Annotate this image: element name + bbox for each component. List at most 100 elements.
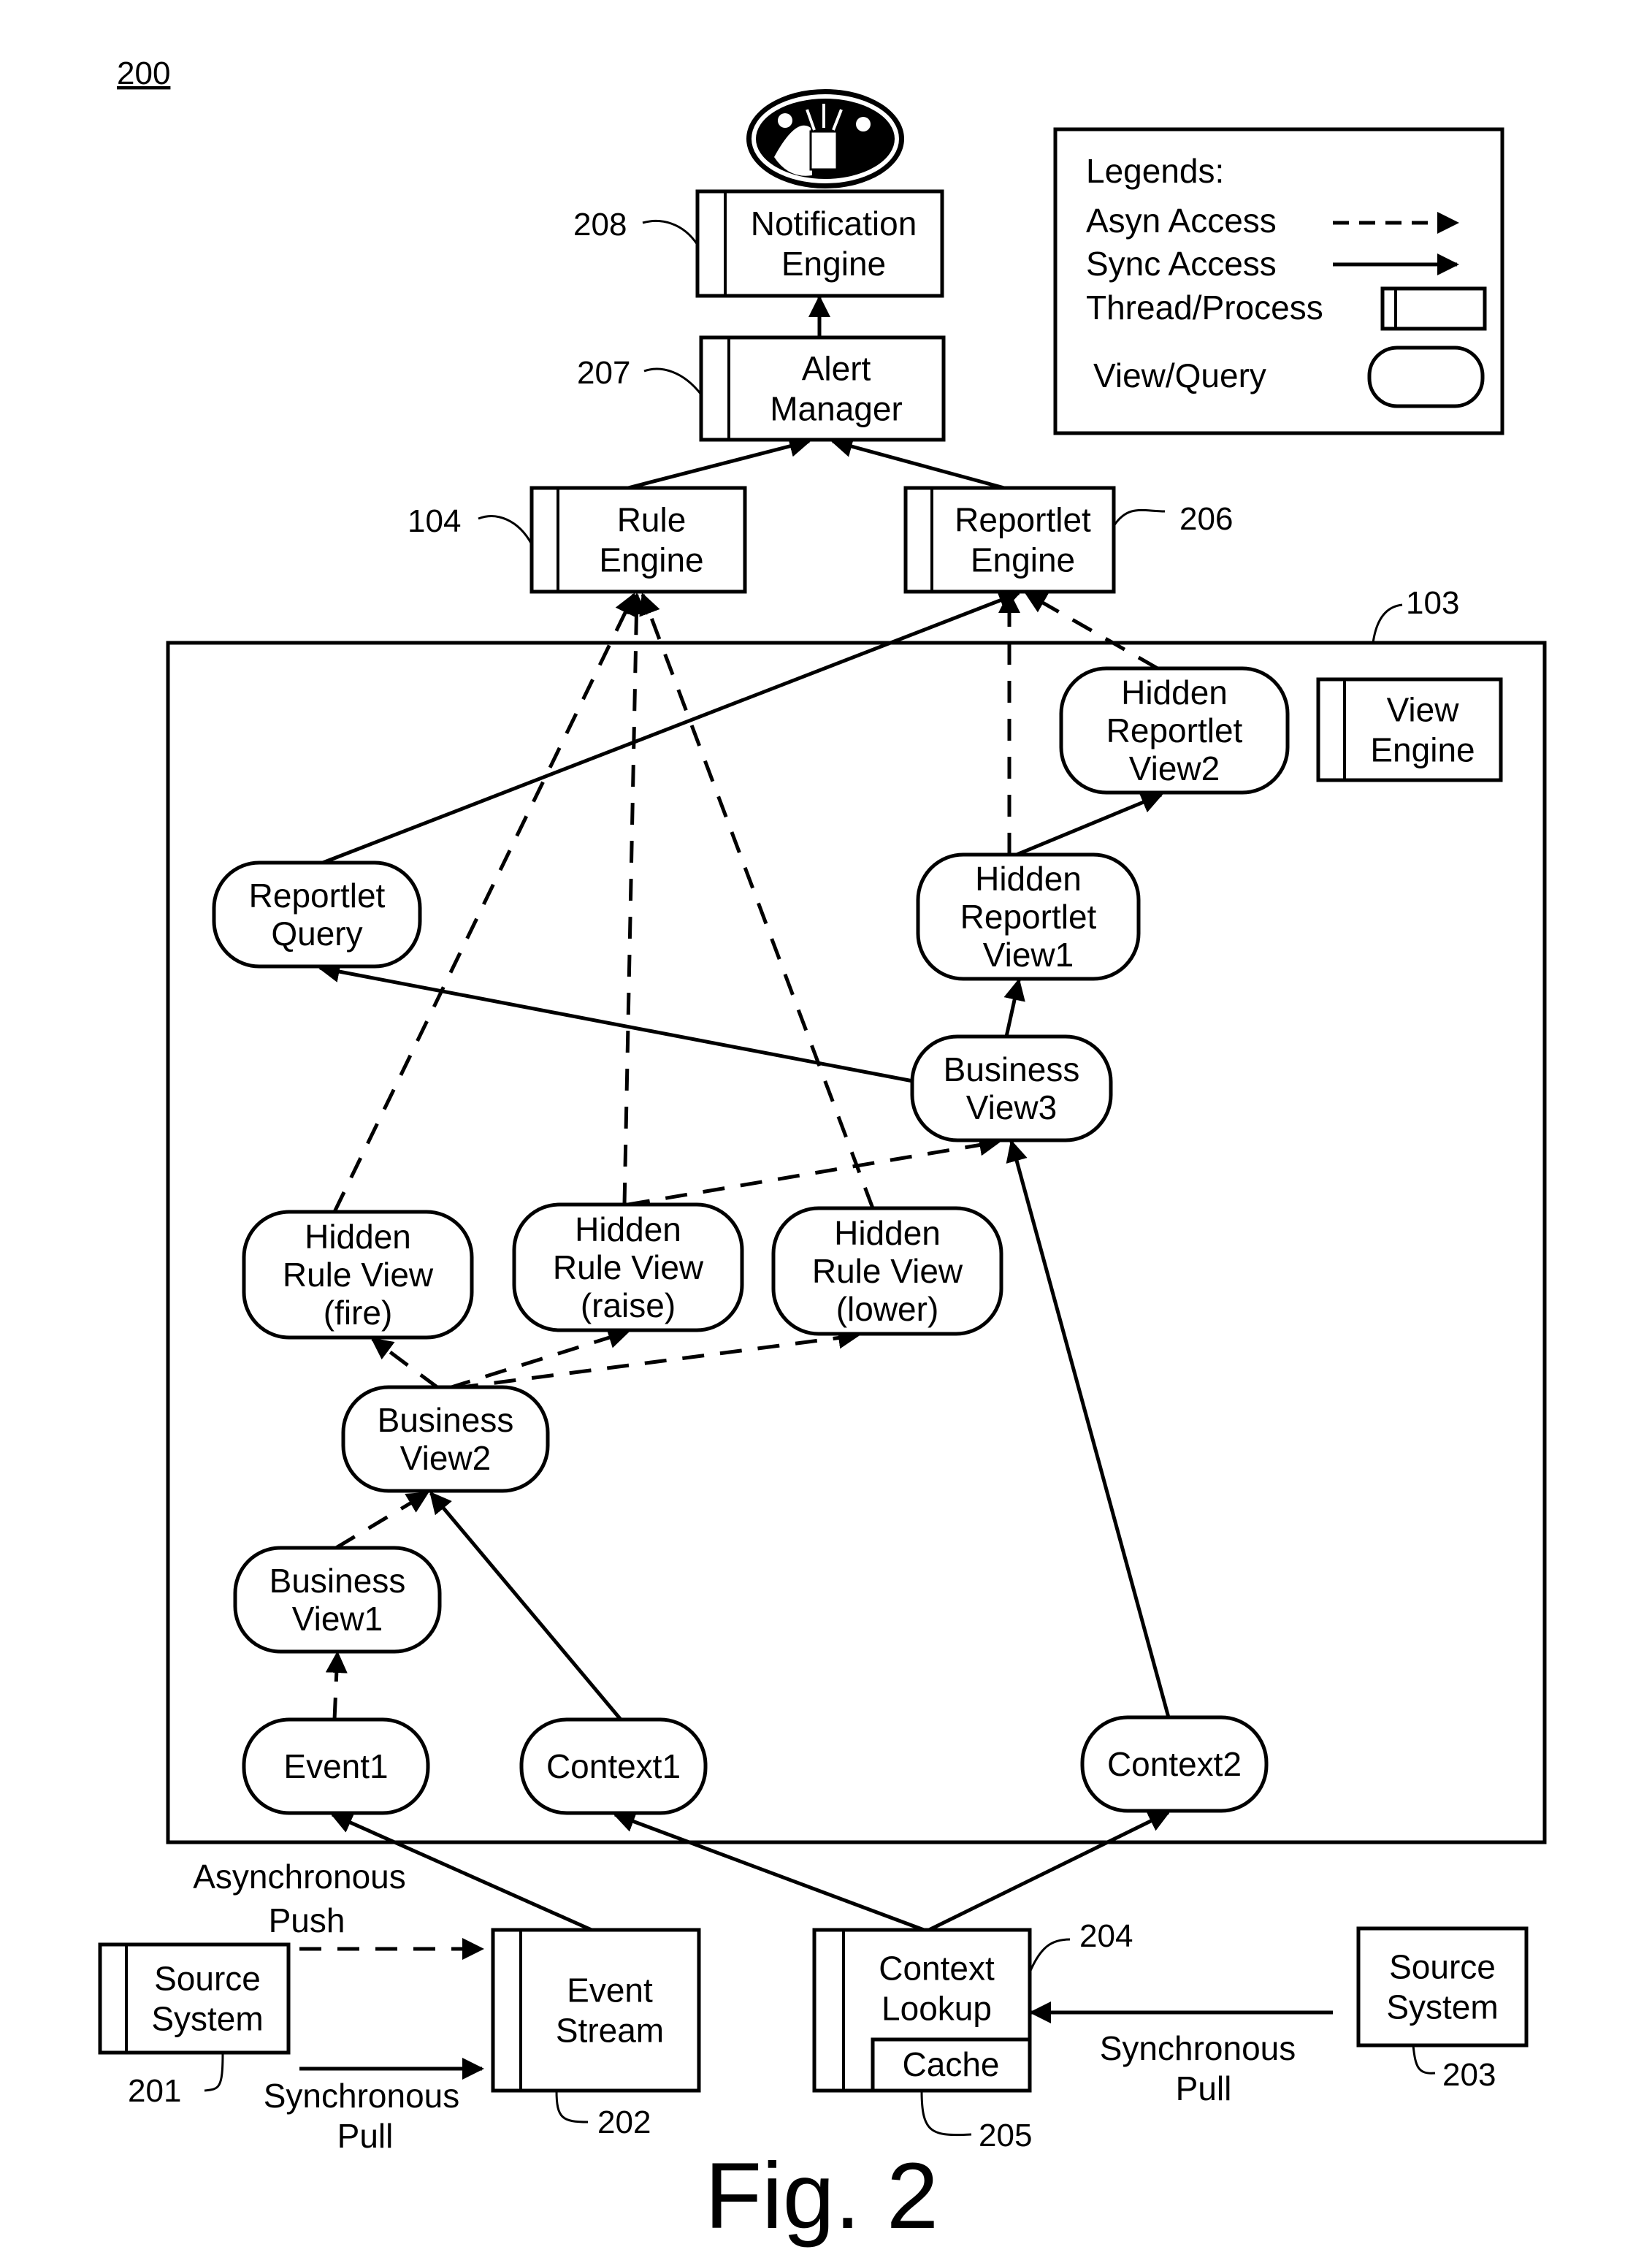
process-label: Engine bbox=[599, 541, 703, 579]
ref-206: 206 bbox=[1179, 501, 1233, 537]
edge-reportlet-to-alert bbox=[830, 435, 1005, 490]
label-sync-pull-2: Pull bbox=[337, 2117, 394, 2155]
process-label: Engine bbox=[1370, 731, 1475, 769]
process-label: Rule bbox=[617, 501, 687, 539]
view-label: View3 bbox=[966, 1088, 1057, 1126]
edge-event1-to-bv1 bbox=[325, 1651, 348, 1720]
leader-104 bbox=[478, 515, 533, 545]
edge-rq-to-reportlet bbox=[322, 589, 1021, 865]
view-label: Hidden bbox=[575, 1210, 681, 1248]
figure-caption: Fig. 2 bbox=[705, 2144, 938, 2248]
process-label: Context bbox=[879, 1950, 995, 1988]
view-label: (raise) bbox=[581, 1286, 676, 1324]
label-async-push-2: Push bbox=[269, 1901, 345, 1939]
view-label: Rule View bbox=[812, 1252, 963, 1290]
view-label: (fire) bbox=[324, 1294, 393, 1332]
view-label: Query bbox=[271, 915, 362, 953]
leader-204 bbox=[1028, 1938, 1071, 1973]
edge-context2-to-bv3 bbox=[1006, 1140, 1171, 1718]
figure-id: 200 bbox=[117, 56, 170, 91]
leader-103 bbox=[1372, 603, 1403, 644]
legend-item-thread: Thread/Process bbox=[1086, 289, 1323, 327]
view-label: Rule View bbox=[283, 1256, 434, 1294]
process-label: Stream bbox=[556, 2012, 664, 2050]
legend-item-sync: Sync Access bbox=[1086, 245, 1277, 283]
process-label: System bbox=[151, 2000, 263, 2038]
process-src1: SourceSystem 201 bbox=[98, 1942, 291, 2109]
edge-raise-to-rule bbox=[622, 592, 648, 1205]
process-notification: NotificationEngine 208 bbox=[573, 189, 944, 298]
view-label: Reportlet bbox=[1106, 711, 1243, 749]
edge-bv2-to-raise bbox=[448, 1327, 630, 1390]
process-label: View bbox=[1387, 691, 1460, 729]
view-rq: ReportletQuery bbox=[212, 860, 422, 969]
process-label: Notification bbox=[751, 205, 917, 243]
edge-hrv1-to-hrv2 bbox=[1016, 792, 1163, 857]
ref-203: 203 bbox=[1442, 2057, 1496, 2093]
view-label: Event1 bbox=[283, 1747, 388, 1785]
process-rule: RuleEngine 104 bbox=[408, 486, 747, 594]
label-async-push-1: Asynchronous bbox=[193, 1858, 406, 1896]
view-raise: HiddenRule View(raise) bbox=[512, 1202, 744, 1332]
process-box bbox=[491, 1928, 701, 2093]
process-label: Source bbox=[154, 1960, 261, 1998]
leader-205 bbox=[920, 2090, 972, 2137]
label-sync-pull-1: Synchronous bbox=[264, 2077, 460, 2115]
process-label: Source bbox=[1389, 1948, 1496, 1986]
label-sync-pull-4: Pull bbox=[1176, 2069, 1232, 2107]
process-alert: AlertManager 207 bbox=[577, 335, 946, 442]
ref-104: 104 bbox=[408, 503, 461, 539]
edge-hrv2-to-reportlet bbox=[1024, 591, 1159, 671]
ref-207: 207 bbox=[577, 355, 630, 391]
view-label: View2 bbox=[400, 1439, 491, 1477]
view-bv2: BusinessView2 bbox=[341, 1385, 550, 1493]
process-label: Event bbox=[567, 1972, 653, 2010]
view-fire: HiddenRule View(fire) bbox=[242, 1210, 474, 1340]
view-bv3: BusinessView3 bbox=[910, 1034, 1113, 1142]
process-eventstream: EventStream 202 bbox=[491, 1928, 701, 2140]
view-label: View2 bbox=[1129, 749, 1220, 787]
process-viewengine: ViewEngine bbox=[1316, 677, 1503, 782]
view-label: Business bbox=[378, 1401, 514, 1439]
legend-title: Legends: bbox=[1086, 152, 1224, 190]
ref-205: 205 bbox=[979, 2118, 1032, 2153]
notification-people-icon bbox=[746, 89, 904, 188]
leader-207 bbox=[643, 367, 703, 395]
view-label: Hidden bbox=[975, 860, 1082, 898]
process-label: System bbox=[1386, 1988, 1498, 2026]
edge-bv3-to-hrv1 bbox=[1003, 978, 1025, 1037]
process-box bbox=[1356, 1926, 1529, 2048]
view-layer: HiddenReportletView2ReportletQueryHidden… bbox=[212, 666, 1290, 1815]
process-label: Manager bbox=[770, 390, 903, 428]
legend-item-view: View/Query bbox=[1093, 356, 1266, 394]
view-label: Context1 bbox=[546, 1747, 681, 1785]
edge-bv3-to-rq bbox=[318, 961, 914, 1083]
view-context2: Context2 bbox=[1080, 1715, 1269, 1813]
view-lower: HiddenRule View(lower) bbox=[771, 1206, 1003, 1336]
leader-208 bbox=[642, 220, 699, 245]
figure-canvas: 200 103 Notification Engine 208 Alert Manage… bbox=[0, 0, 1652, 2259]
process-src2: SourceSystem 203 bbox=[1356, 1926, 1529, 2093]
ref-204: 204 bbox=[1079, 1918, 1133, 1954]
view-label: View1 bbox=[983, 936, 1074, 974]
view-label: Context2 bbox=[1107, 1745, 1242, 1783]
process-label: Lookup bbox=[882, 1990, 992, 2028]
edge-rule-to-alert bbox=[627, 435, 811, 490]
view-label: Rule View bbox=[553, 1248, 704, 1286]
process-label: Reportlet bbox=[955, 501, 1091, 539]
leader-202 bbox=[555, 2090, 589, 2123]
legend: Legends: Asyn Access Sync Access Thread/… bbox=[1053, 127, 1504, 435]
edge-raise-to-bv3 bbox=[627, 1134, 1001, 1207]
view-label: Reportlet bbox=[960, 898, 1097, 936]
edge-ctxlookup-to-context2 bbox=[928, 1810, 1171, 1932]
view-label: Hidden bbox=[305, 1218, 411, 1256]
legend-item-async: Asyn Access bbox=[1086, 202, 1277, 240]
process-label: Engine bbox=[971, 541, 1075, 579]
process-reportlet: ReportletEngine 206 bbox=[903, 486, 1233, 594]
cache: Cache 205 bbox=[871, 2037, 1032, 2153]
view-label: Hidden bbox=[1121, 673, 1228, 711]
edge-bv2-to-fire bbox=[370, 1337, 440, 1390]
edge-bv1-to-bv2 bbox=[334, 1491, 429, 1550]
edge-bv2-to-lower bbox=[456, 1327, 860, 1390]
view-bv1: BusinessView1 bbox=[233, 1546, 442, 1654]
